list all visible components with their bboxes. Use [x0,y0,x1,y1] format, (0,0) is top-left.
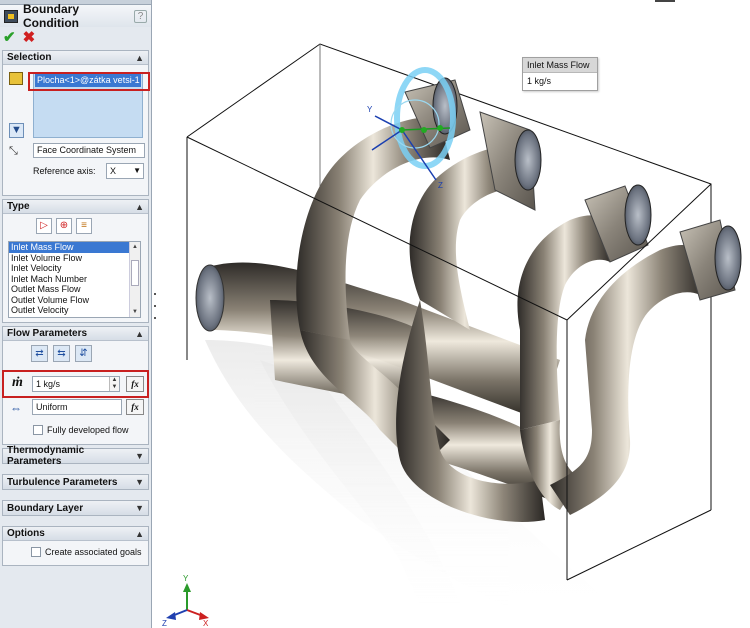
reference-axis-select[interactable]: X ▼ [106,163,144,179]
collapse-chevron-icon[interactable]: ▲ [135,529,144,539]
filter-icon[interactable]: ▼ [9,123,24,138]
scroll-thumb[interactable] [131,260,139,286]
ok-cancel-bar: ✔ ✖ [0,27,151,47]
dropdown-arrow-icon: ▼ [133,166,141,175]
checkbox-box[interactable] [33,425,43,435]
checkbox-box[interactable] [31,547,41,557]
wall-icon[interactable]: ≡ [76,218,92,234]
options-group: Options ▲ Create associated goals [2,526,149,566]
triad-axis-y-label: Y [367,105,373,114]
view-triad-x-label: X [203,619,209,628]
boundary-layer-heading: Boundary Layer [7,502,84,514]
direction-vector-icon[interactable]: ⇆ [53,345,70,362]
distribution-field[interactable]: Uniform [32,399,122,415]
cancel-button[interactable]: ✖ [23,28,36,46]
boundary-condition-icon [4,9,18,23]
boundary-type-list[interactable]: Inlet Mass Flow Inlet Volume Flow Inlet Ve… [8,241,141,318]
create-goals-checkbox[interactable]: Create associated goals [31,547,142,557]
selection-group: Selection ▲ Plocha<1>@zátka vetsi-1 ▼ ⤡ … [2,50,149,196]
type-list-item[interactable]: Outlet Mass Flow [9,284,140,295]
graphics-viewport[interactable]: Z Y Y X Z Inlet Mass Flow 1 kg/s [157,0,750,628]
turbulence-parameters-group[interactable]: Turbulence Parameters ▼ [2,474,149,490]
distribution-icon: ⇔ [10,401,22,415]
distribution-fx-button[interactable]: fx [126,399,144,415]
coordinate-system-field[interactable]: Face Coordinate System [33,143,145,158]
fully-developed-checkbox[interactable]: Fully developed flow [33,425,129,435]
mass-flow-input[interactable]: 1 kg/s [32,376,120,392]
flow-parameters-group: Flow Parameters ▲ ⇄ ⇆ ⇵ ṁ 1 kg/s ▲ ▼ fx ⇔… [2,326,149,445]
type-list-item[interactable]: Outlet Volume Flow [9,295,140,306]
expand-chevron-icon[interactable]: ▼ [135,503,144,513]
header-pipe-4[interactable] [550,244,705,515]
type-list-item[interactable]: Inlet Mach Number [9,274,140,285]
turbulence-parameters-header[interactable]: Turbulence Parameters ▼ [3,475,148,489]
triad-axis-z-label: Z [438,181,443,190]
face-selection-box[interactable]: Plocha<1>@zátka vetsi-1 [33,72,143,138]
boundary-layer-header[interactable]: Boundary Layer ▼ [3,501,148,515]
model-canvas[interactable]: Z Y Y X Z [157,0,750,628]
flow-openings-icon[interactable]: ▷ [36,218,52,234]
thermodynamic-parameters-group[interactable]: Thermodynamic Parameters ▼ [2,445,149,467]
selection-group-header[interactable]: Selection ▲ [3,51,148,65]
ok-button[interactable]: ✔ [3,28,16,46]
expand-chevron-icon[interactable]: ▼ [135,477,144,487]
collapse-chevron-icon[interactable]: ▲ [135,202,144,212]
turbulence-heading: Turbulence Parameters [7,476,118,488]
type-heading: Type [7,201,30,212]
callout-value[interactable]: 1 kg/s [523,73,597,90]
type-group: Type ▲ ▷ ⊕ ≡ Inlet Mass Flow Inlet Volume… [2,199,149,323]
options-group-header[interactable]: Options ▲ [3,527,148,541]
top-ruler-mark [655,0,675,2]
type-list-item[interactable]: Inlet Mass Flow [9,242,140,253]
view-triad-z-label: Z [162,619,167,628]
type-group-header[interactable]: Type ▲ [3,200,148,214]
scroll-up-icon[interactable]: ▲ [130,242,140,252]
swirl-icon[interactable]: ⇵ [75,345,92,362]
property-manager-panel: Boundary Condition ? ✔ ✖ Selection ▲ Plo… [0,0,152,628]
flow-parameters-group-header[interactable]: Flow Parameters ▲ [3,327,148,341]
inlet-mass-flow-callout[interactable]: Inlet Mass Flow 1 kg/s [522,57,598,91]
normal-to-face-icon[interactable]: ⇄ [31,345,48,362]
face-selection-icon [9,72,23,85]
type-list-item[interactable]: Outlet Velocity [9,305,140,316]
mass-flow-fx-button[interactable]: fx [126,376,144,392]
collapse-chevron-icon[interactable]: ▲ [135,53,144,63]
thermodynamic-parameters-header[interactable]: Thermodynamic Parameters ▼ [3,445,148,467]
property-manager-header: Boundary Condition ? [0,2,151,30]
type-list-item[interactable]: Inlet Volume Flow [9,253,140,264]
fully-developed-label: Fully developed flow [47,425,129,435]
reference-axis-value: X [110,166,117,176]
create-goals-label: Create associated goals [45,547,142,557]
callout-title: Inlet Mass Flow [523,58,597,73]
selection-heading: Selection [7,52,52,63]
view-triad-y-label: Y [183,574,189,583]
selected-face-item[interactable]: Plocha<1>@zátka vetsi-1 [35,74,141,87]
collapse-chevron-icon[interactable]: ▲ [135,329,144,339]
expand-chevron-icon[interactable]: ▼ [135,451,144,461]
mass-flow-spinner[interactable]: ▲ ▼ [109,377,119,391]
scroll-down-icon[interactable]: ▼ [130,307,140,317]
coordinate-system-icon: ⤡ [9,145,18,157]
flange-inlet-2[interactable] [479,111,542,211]
type-list-item[interactable]: Inlet Velocity [9,263,140,274]
pressure-openings-icon[interactable]: ⊕ [56,218,72,234]
thermodynamic-heading: Thermodynamic Parameters [7,445,85,467]
options-heading: Options [7,528,45,539]
view-orientation-triad: Y X Z [162,574,209,628]
help-button[interactable]: ? [134,9,147,23]
reference-axis-label: Reference axis: [33,166,96,176]
boundary-layer-group[interactable]: Boundary Layer ▼ [2,500,149,516]
property-manager-title: Boundary Condition [23,2,80,30]
flow-parameters-heading: Flow Parameters [7,328,88,339]
mass-flow-symbol: ṁ [12,375,23,390]
type-list-scrollbar[interactable]: ▲ ▼ [129,242,140,317]
